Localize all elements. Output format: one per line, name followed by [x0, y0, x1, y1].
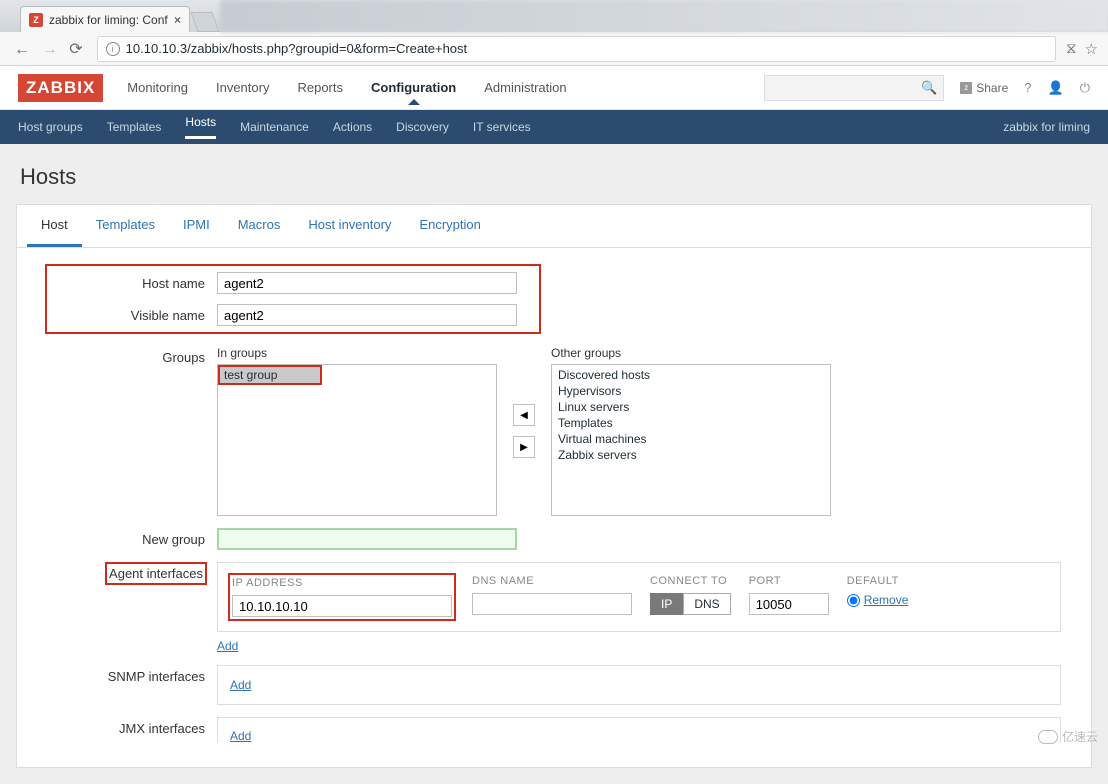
other-groups-label: Other groups: [551, 346, 831, 360]
remove-link[interactable]: Remove: [864, 593, 909, 607]
new-group-label: New group: [47, 528, 217, 547]
dns-name-input[interactable]: [472, 593, 632, 615]
nav-configuration[interactable]: Configuration: [371, 80, 456, 95]
in-groups-label: In groups: [217, 346, 497, 360]
other-group-item[interactable]: Discovered hosts: [554, 367, 828, 383]
nav-reports[interactable]: Reports: [297, 80, 343, 95]
jmx-interfaces-label: JMX interfaces: [47, 717, 217, 736]
subnav-actions[interactable]: Actions: [333, 120, 372, 134]
search-icon: 🔍: [921, 80, 937, 96]
subnav-hosts[interactable]: Hosts: [185, 115, 216, 139]
default-label: DEFAULT: [847, 575, 909, 587]
app-header: ZABBIX Monitoring Inventory Reports Conf…: [0, 66, 1108, 110]
move-left-button[interactable]: ◀: [513, 404, 535, 426]
tab-ipmi[interactable]: IPMI: [169, 205, 224, 247]
search-input[interactable]: 🔍: [764, 75, 944, 101]
zabbix-logo: ZABBIX: [18, 74, 103, 102]
connect-dns-button[interactable]: DNS: [683, 593, 730, 615]
visible-name-label: Visible name: [47, 304, 217, 323]
add-jmx-link[interactable]: Add: [230, 729, 251, 743]
server-name: zabbix for liming: [1003, 120, 1090, 134]
subnav-it-services[interactable]: IT services: [473, 120, 531, 134]
other-group-item[interactable]: Zabbix servers: [554, 447, 828, 463]
in-group-item[interactable]: test group: [220, 367, 320, 383]
forward-icon[interactable]: →: [42, 41, 58, 58]
host-name-input[interactable]: [217, 272, 517, 294]
url: 10.10.10.3/zabbix/hosts.php?groupid=0&fo…: [126, 41, 468, 56]
other-group-item[interactable]: Virtual machines: [554, 431, 828, 447]
in-groups-listbox[interactable]: test group: [217, 364, 497, 516]
nav-inventory[interactable]: Inventory: [216, 80, 269, 95]
close-icon[interactable]: ×: [174, 13, 181, 27]
help-icon[interactable]: ?: [1024, 80, 1031, 95]
zabbix-app: ZABBIX Monitoring Inventory Reports Conf…: [0, 66, 1108, 784]
info-icon[interactable]: i: [106, 42, 120, 56]
tab-templates[interactable]: Templates: [82, 205, 169, 247]
subnav-host-groups[interactable]: Host groups: [18, 120, 83, 134]
tab-title: zabbix for liming: Conf: [49, 13, 168, 27]
nav-administration[interactable]: Administration: [484, 80, 566, 95]
back-icon[interactable]: ←: [14, 41, 30, 58]
sub-nav: Host groups Templates Hosts Maintenance …: [0, 110, 1108, 144]
move-right-button[interactable]: ▶: [513, 436, 535, 458]
groups-label: Groups: [47, 346, 217, 365]
watermark: 亿速云: [1038, 728, 1098, 745]
power-icon[interactable]: ⏻: [1080, 80, 1090, 96]
browser-tabs: Z zabbix for liming: Conf ×: [0, 0, 1108, 32]
user-icon[interactable]: 👤: [1048, 80, 1064, 96]
watermark-icon: [1038, 730, 1058, 744]
panel-tabs: Host Templates IPMI Macros Host inventor…: [17, 205, 1091, 248]
port-input[interactable]: [749, 593, 829, 615]
share-button[interactable]: zShare: [960, 81, 1008, 95]
other-group-item[interactable]: Hypervisors: [554, 383, 828, 399]
page-title: Hosts: [20, 164, 1088, 190]
other-groups-listbox[interactable]: Discovered hosts Hypervisors Linux serve…: [551, 364, 831, 516]
reload-icon[interactable]: ⟳: [69, 41, 82, 58]
subnav-discovery[interactable]: Discovery: [396, 120, 449, 134]
tab-host-inventory[interactable]: Host inventory: [294, 205, 405, 247]
translate-icon[interactable]: ⧖: [1066, 40, 1077, 58]
agent-interfaces-label: Agent interfaces: [107, 564, 205, 583]
browser-tab[interactable]: Z zabbix for liming: Conf ×: [20, 6, 190, 32]
other-group-item[interactable]: Templates: [554, 415, 828, 431]
zabbix-favicon: Z: [29, 13, 43, 27]
host-name-label: Host name: [47, 272, 217, 291]
bookmark-icon[interactable]: ☆: [1085, 40, 1098, 58]
snmp-interface-block: Add: [217, 665, 1061, 705]
add-agent-link[interactable]: Add: [217, 639, 238, 653]
dns-name-label: DNS NAME: [472, 575, 632, 587]
subnav-maintenance[interactable]: Maintenance: [240, 120, 309, 134]
new-tab-button[interactable]: [190, 12, 219, 32]
port-label: PORT: [749, 575, 829, 587]
other-group-item[interactable]: Linux servers: [554, 399, 828, 415]
visible-name-input[interactable]: [217, 304, 517, 326]
nav-monitoring[interactable]: Monitoring: [127, 80, 188, 95]
agent-interface-block: IP ADDRESS DNS NAME CONNECT TO IP: [217, 562, 1061, 632]
address-bar[interactable]: i 10.10.10.3/zabbix/hosts.php?groupid=0&…: [97, 36, 1056, 62]
subnav-templates[interactable]: Templates: [107, 120, 162, 134]
tab-host[interactable]: Host: [27, 205, 82, 247]
snmp-interfaces-label: SNMP interfaces: [47, 665, 217, 684]
browser-toolbar: ← → ⟳ i 10.10.10.3/zabbix/hosts.php?grou…: [0, 32, 1108, 66]
connect-ip-button[interactable]: IP: [650, 593, 683, 615]
ip-address-label: IP ADDRESS: [232, 577, 452, 589]
connect-to-label: CONNECT TO: [650, 575, 731, 587]
tab-encryption[interactable]: Encryption: [405, 205, 494, 247]
tab-macros[interactable]: Macros: [224, 205, 295, 247]
new-group-input[interactable]: [217, 528, 517, 550]
add-snmp-link[interactable]: Add: [230, 678, 251, 692]
default-radio[interactable]: [847, 594, 860, 607]
host-panel: Host Templates IPMI Macros Host inventor…: [16, 204, 1092, 768]
ip-address-input[interactable]: [232, 595, 452, 617]
primary-nav: Monitoring Inventory Reports Configurati…: [127, 80, 566, 95]
